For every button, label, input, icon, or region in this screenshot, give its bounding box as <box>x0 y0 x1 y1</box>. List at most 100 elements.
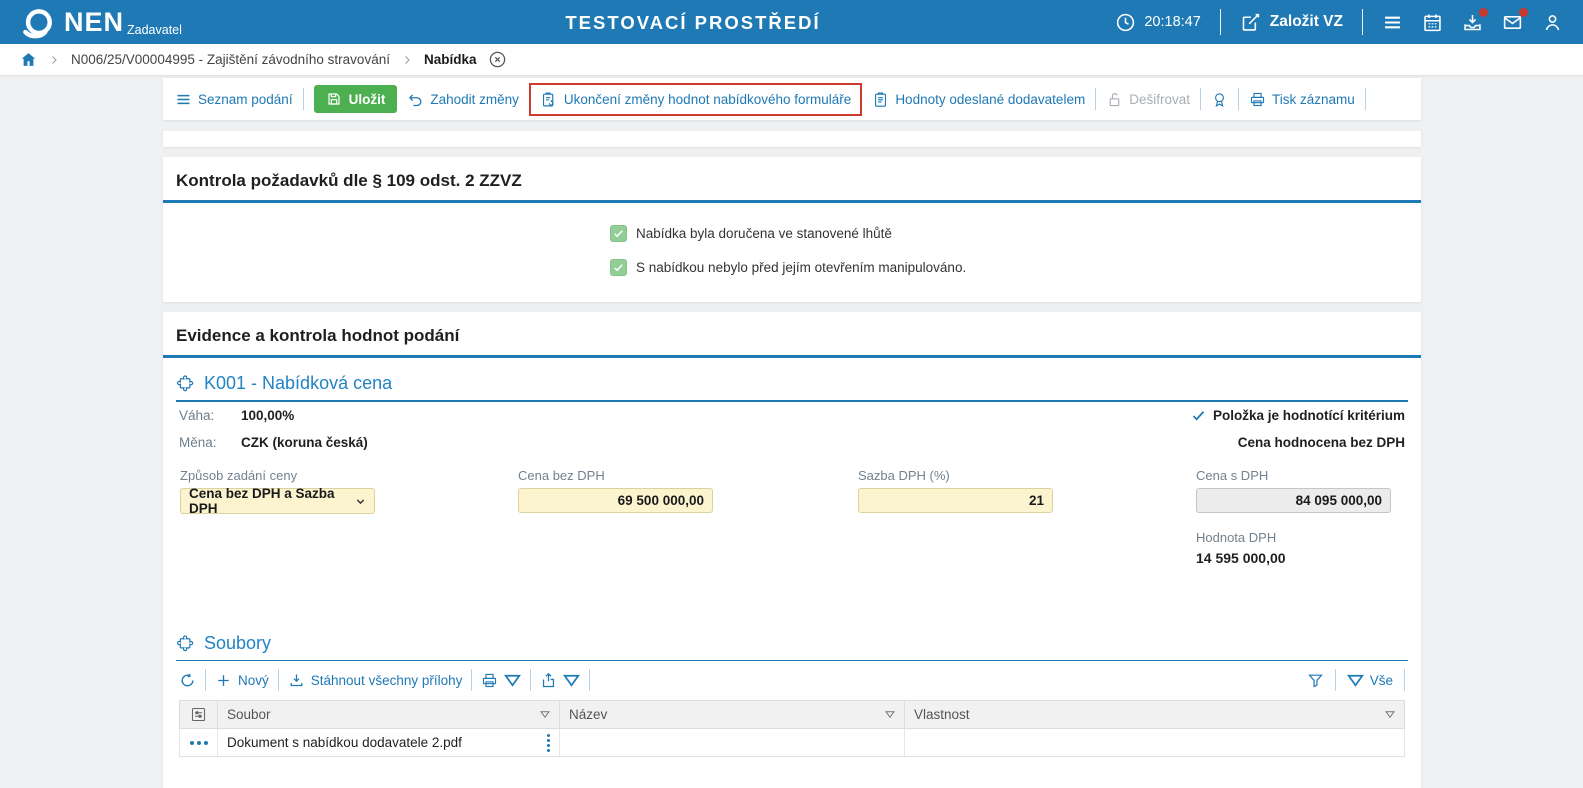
close-circle-icon <box>488 50 507 69</box>
submissions-list-button[interactable]: Seznam podání <box>175 91 293 108</box>
vat-rate-label: Sazba DPH (%) <box>858 468 1053 483</box>
panel-kontrola-title: Kontrola požadavků dle § 109 odst. 2 ZZV… <box>163 157 1421 200</box>
column-filter-icon[interactable] <box>1385 710 1395 719</box>
files-toolbar: Nový Stáhnout všechny přílohy <box>176 661 1408 698</box>
user-icon[interactable] <box>1542 12 1563 33</box>
download-all-label: Stáhnout všechny přílohy <box>311 673 463 688</box>
check-delivered-label: Nabídka byla doručena ve stanovené lhůtě <box>636 226 892 241</box>
download-all-button[interactable]: Stáhnout všechny přílohy <box>288 672 463 689</box>
check-not-manipulated: S nabídkou nebylo před jejím otevřením m… <box>610 259 1421 276</box>
refresh-button[interactable] <box>179 672 196 689</box>
more-horizontal-icon <box>190 741 208 745</box>
brand-text: NEN <box>64 9 124 36</box>
home-button[interactable] <box>20 51 37 68</box>
vat-amount-label: Hodnota DPH <box>1196 530 1286 545</box>
divider <box>589 669 590 691</box>
evaluation-note: Cena hodnocena bez DPH <box>1238 435 1405 450</box>
column-filter-icon[interactable] <box>885 710 895 719</box>
column-filter-icon[interactable] <box>540 710 550 719</box>
messages-button[interactable] <box>1502 12 1523 33</box>
printer-icon <box>481 672 498 689</box>
decrypt-label: Dešifrovat <box>1129 92 1190 107</box>
vat-amount-value: 14 595 000,00 <box>1196 550 1286 566</box>
panel-kontrola: Kontrola požadavků dle § 109 odst. 2 ZZV… <box>163 157 1421 302</box>
supplier-values-button[interactable]: Hodnoty odeslané dodavatelem <box>872 91 1085 108</box>
breadcrumb-contract[interactable]: N006/25/V00004995 - Zajištění závodního … <box>71 52 390 67</box>
check-not-manipulated-label: S nabídkou nebylo před jejím otevřením m… <box>636 260 966 275</box>
column-header-vlastnost[interactable]: Vlastnost <box>905 701 1405 729</box>
panel-bottom-padding <box>163 757 1421 788</box>
filter-button[interactable] <box>1307 672 1324 689</box>
files-table: Soubor Název Vlastnost <box>179 700 1405 757</box>
criterion-flag-label: Položka je hodnotící kritérium <box>1213 408 1405 423</box>
calendar-icon[interactable] <box>1422 12 1443 33</box>
file-cell[interactable]: Dokument s nabídkou dodavatele 2.pdf <box>218 729 560 757</box>
price-no-vat-label: Cena bez DPH <box>518 468 713 483</box>
create-vz-label: Založit VZ <box>1270 13 1343 31</box>
panel-evidence-title: Evidence a kontrola hodnot podání <box>163 312 1421 355</box>
breadcrumb-current: Nabídka <box>424 52 477 67</box>
award-button[interactable] <box>1211 91 1228 108</box>
edit-icon <box>1240 12 1261 33</box>
chevron-down-icon <box>355 496 366 507</box>
files-table-header: Soubor Název Vlastnost <box>180 701 1405 729</box>
table-settings-header[interactable] <box>180 701 218 729</box>
price-no-vat-input[interactable] <box>518 488 713 513</box>
print-files-button[interactable] <box>481 672 521 689</box>
view-all-dropdown[interactable]: Vše <box>1347 672 1393 689</box>
vat-rate-input[interactable] <box>858 488 1053 513</box>
column-vlastnost-label: Vlastnost <box>914 707 970 722</box>
divider <box>1335 669 1336 691</box>
download-icon <box>288 672 305 689</box>
row-actions-button[interactable] <box>180 729 218 757</box>
notification-dot <box>1519 8 1528 17</box>
divider <box>1200 88 1201 110</box>
dropdown-triangle-icon[interactable] <box>563 672 580 689</box>
column-header-soubor[interactable]: Soubor <box>218 701 560 729</box>
save-label: Uložit <box>349 92 386 107</box>
finish-value-change-button[interactable]: Ukončení změny hodnot nabídkového formul… <box>529 83 862 116</box>
divider <box>1220 9 1221 35</box>
price-mode-select[interactable]: Cena bez DPH a Sazba DPH <box>180 488 375 514</box>
undo-icon <box>407 91 424 108</box>
view-all-label: Vše <box>1370 673 1393 688</box>
puzzle-icon <box>176 634 195 653</box>
clipboard-sync-icon <box>540 91 557 108</box>
nen-logo[interactable]: NEN Zadavatel <box>20 3 182 42</box>
save-icon <box>326 91 342 107</box>
dropdown-triangle-icon[interactable] <box>504 672 521 689</box>
create-vz-button[interactable]: Založit VZ <box>1240 12 1343 33</box>
divider <box>1238 88 1239 110</box>
price-form: Způsob zadání ceny Cena bez DPH a Sazba … <box>176 468 1408 584</box>
divider <box>1362 9 1363 35</box>
discard-changes-button[interactable]: Zahodit změny <box>407 91 519 108</box>
chevron-right-icon <box>401 54 413 66</box>
discard-changes-label: Zahodit změny <box>430 92 519 107</box>
section-k001: K001 - Nabídková cena Váha: 100,00% Polo… <box>176 358 1408 584</box>
new-file-button[interactable]: Nový <box>215 672 269 689</box>
clipboard-icon <box>872 91 889 108</box>
brand-role: Zadavatel <box>127 23 182 37</box>
submissions-list-label: Seznam podání <box>198 92 293 107</box>
divider <box>303 88 304 110</box>
drag-handle-icon[interactable] <box>547 734 550 752</box>
table-row[interactable]: Dokument s nabídkou dodavatele 2.pdf <box>180 729 1405 757</box>
checked-checkbox-icon[interactable] <box>610 259 627 276</box>
menu-icon[interactable] <box>1382 12 1403 33</box>
close-tab-button[interactable] <box>488 50 507 69</box>
action-toolbar: Seznam podání Uložit Zahodit změny Ukonč… <box>163 78 1421 120</box>
price-with-vat-label: Cena s DPH <box>1196 468 1391 483</box>
refresh-icon <box>179 672 196 689</box>
inbox-download-button[interactable] <box>1462 12 1483 33</box>
column-header-nazev[interactable]: Název <box>560 701 905 729</box>
clock-icon <box>1115 12 1136 33</box>
export-button[interactable] <box>540 672 580 689</box>
save-button[interactable]: Uložit <box>314 85 398 113</box>
sliders-icon <box>190 706 207 723</box>
dropdown-triangle-icon <box>1347 672 1364 689</box>
checked-checkbox-icon[interactable] <box>610 225 627 242</box>
supplier-values-label: Hodnoty odeslané dodavatelem <box>895 92 1085 107</box>
print-record-button[interactable]: Tisk záznamu <box>1249 91 1355 108</box>
chevron-right-icon <box>48 54 60 66</box>
nen-logo-icon <box>20 6 56 42</box>
